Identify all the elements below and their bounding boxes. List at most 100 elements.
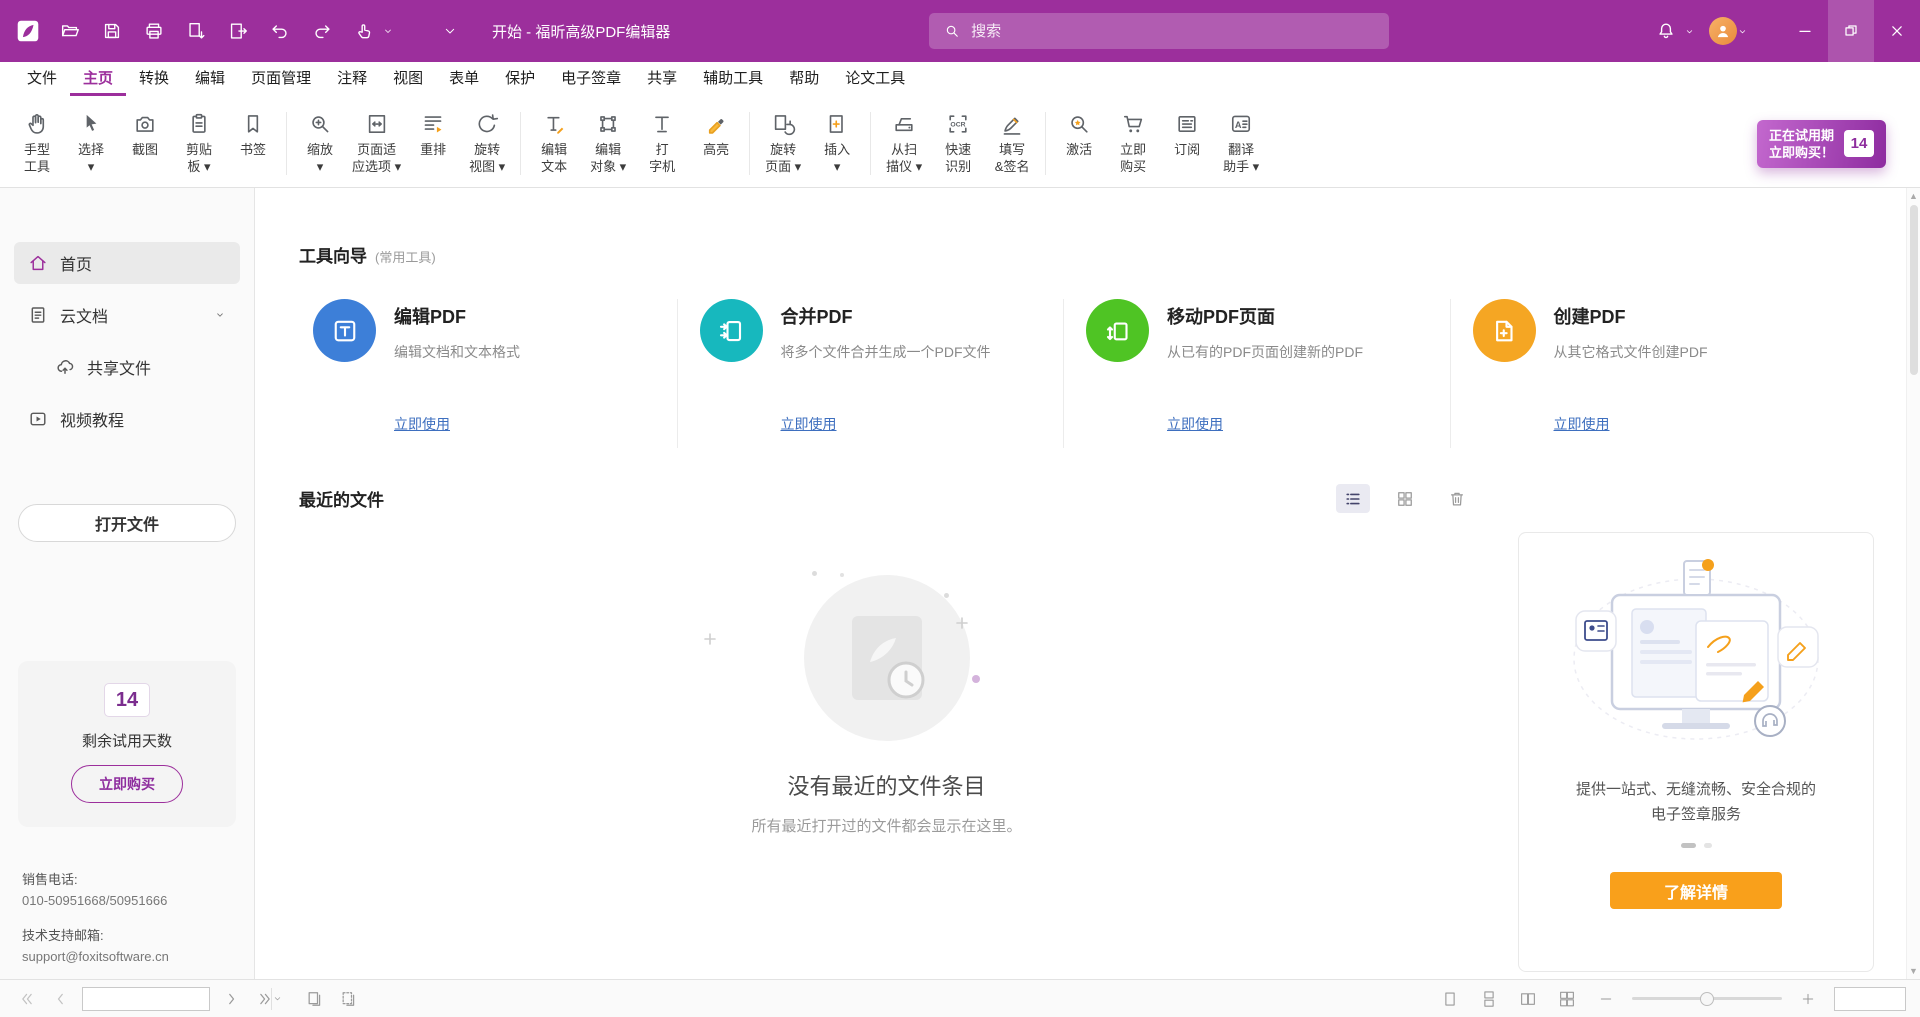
ribbon-fit-options[interactable]: 页面适 应选项 ▾ [347, 102, 406, 185]
vertical-scrollbar[interactable]: ▲ ▼ [1906, 188, 1920, 979]
menu-view[interactable]: 视图 [380, 62, 436, 96]
sidebar-item-shared-files[interactable]: 共享文件 [14, 346, 240, 388]
clear-recent-trash-button[interactable] [1440, 484, 1474, 513]
menu-accessibility[interactable]: 辅助工具 [690, 62, 776, 96]
search-bar[interactable] [929, 13, 1389, 49]
sidebar-item-cloud-docs[interactable]: 云文档 [14, 294, 240, 336]
ribbon-buy-now[interactable]: 立即 购买 [1106, 102, 1160, 185]
use-now-link[interactable]: 立即使用 [394, 414, 450, 434]
ribbon-edit-object[interactable]: 编辑 对象 ▾ [581, 102, 635, 185]
edit-pdf-icon[interactable] [313, 299, 376, 362]
buy-now-button[interactable]: 立即购买 [71, 765, 183, 803]
avatar-caret-icon[interactable] [1737, 26, 1748, 37]
ribbon-snapshot[interactable]: 截图 [118, 102, 172, 185]
use-now-link[interactable]: 立即使用 [1554, 414, 1610, 434]
support-email-value[interactable]: support@foxitsoftware.cn [22, 946, 169, 967]
ribbon-subscribe[interactable]: 订阅 [1160, 102, 1214, 185]
previous-view-button[interactable] [302, 986, 328, 1012]
carousel-dot-active[interactable] [1681, 843, 1696, 848]
facing-view-button[interactable] [1515, 986, 1541, 1012]
menu-protect[interactable]: 保护 [492, 62, 548, 96]
sidebar-item-label: 云文档 [60, 303, 108, 327]
ribbon-activate[interactable]: 激活 [1052, 102, 1106, 185]
menu-edit[interactable]: 编辑 [182, 62, 238, 96]
sidebar: 首页 云文档 共享文件 视频教程 打开文件 14 剩余试用天数 立即购买 销售电… [0, 188, 255, 979]
search-input[interactable] [971, 23, 1375, 40]
quick-sign-tool[interactable] [346, 13, 394, 49]
menu-comment[interactable]: 注释 [324, 62, 380, 96]
menu-form[interactable]: 表单 [436, 62, 492, 96]
list-view-button[interactable] [1336, 484, 1370, 513]
next-page-button[interactable] [218, 986, 244, 1012]
create-pdf-icon[interactable] [1473, 299, 1536, 362]
print-icon[interactable] [136, 13, 172, 49]
export-document-icon[interactable] [178, 13, 214, 49]
facing-continuous-view-button[interactable] [1554, 986, 1580, 1012]
cloud-docs-caret-icon[interactable] [213, 308, 227, 322]
ribbon-rotate-view[interactable]: 旋转 视图 ▾ [460, 102, 514, 185]
sidebar-item-video-tutorial[interactable]: 视频教程 [14, 398, 240, 440]
learn-more-button[interactable]: 了解详情 [1610, 872, 1782, 909]
zoom-out-button[interactable] [1593, 986, 1619, 1012]
menu-share[interactable]: 共享 [634, 62, 690, 96]
ribbon-insert[interactable]: 插入 ▾ [810, 102, 864, 185]
ribbon-translate-assistant[interactable]: A 翻译 助手 ▾ [1214, 102, 1268, 185]
menu-home[interactable]: 主页 [70, 62, 126, 96]
first-page-button[interactable] [14, 986, 40, 1012]
menu-page-manage[interactable]: 页面管理 [238, 62, 324, 96]
ribbon-clipboard[interactable]: 剪贴 板 ▾ [172, 102, 226, 185]
bell-caret-icon [1684, 26, 1695, 37]
zoom-slider-thumb[interactable] [1700, 992, 1714, 1006]
ribbon-reflow[interactable]: 重排 [406, 102, 460, 185]
menu-paper-tools[interactable]: 论文工具 [832, 62, 918, 96]
grid-view-button[interactable] [1388, 484, 1422, 513]
open-file-icon[interactable] [52, 13, 88, 49]
merge-pdf-icon[interactable] [700, 299, 763, 362]
move-pdf-pages-icon[interactable] [1086, 299, 1149, 362]
previous-page-button[interactable] [48, 986, 74, 1012]
tool-description: 从其它格式文件创建PDF [1554, 342, 1708, 362]
ribbon-bookmark[interactable]: 书签 [226, 102, 280, 185]
menu-help[interactable]: 帮助 [776, 62, 832, 96]
notifications-bell-icon[interactable] [1648, 13, 1684, 49]
menu-esign[interactable]: 电子签章 [548, 62, 634, 96]
ribbon-quick-ocr[interactable]: OCR 快速 识别 [931, 102, 985, 185]
open-file-button[interactable]: 打开文件 [18, 504, 236, 542]
ribbon-select[interactable]: 选择 ▾ [64, 102, 118, 185]
menu-convert[interactable]: 转换 [126, 62, 182, 96]
ribbon-hand-tool[interactable]: 手型 工具 [10, 102, 64, 185]
user-avatar[interactable] [1709, 17, 1737, 45]
use-now-link[interactable]: 立即使用 [1167, 414, 1223, 434]
redo-icon[interactable] [304, 13, 340, 49]
ribbon-typewriter[interactable]: 打 字机 [635, 102, 689, 185]
carousel-dot[interactable] [1704, 843, 1712, 848]
menu-file[interactable]: 文件 [14, 62, 70, 96]
last-page-button[interactable] [252, 986, 278, 1012]
ribbon-fill-sign[interactable]: 填写 &签名 [985, 102, 1039, 185]
restore-button[interactable] [1828, 0, 1874, 62]
close-button[interactable] [1874, 0, 1920, 62]
trial-period-badge[interactable]: 正在试用期 立即购买！ 14 [1757, 120, 1886, 168]
sidebar-item-home[interactable]: 首页 [14, 242, 240, 284]
continuous-view-button[interactable] [1476, 986, 1502, 1012]
scrollbar-thumb[interactable] [1910, 205, 1918, 375]
page-number-combobox[interactable] [82, 987, 210, 1011]
single-page-view-button[interactable] [1437, 986, 1463, 1012]
zoom-slider[interactable] [1632, 997, 1782, 1000]
scroll-up-arrow-icon[interactable]: ▲ [1909, 191, 1918, 201]
customize-toolbar-chevron-icon[interactable] [432, 13, 468, 49]
save-icon[interactable] [94, 13, 130, 49]
ribbon-zoom[interactable]: 缩放 ▾ [293, 102, 347, 185]
zoom-in-button[interactable] [1795, 986, 1821, 1012]
ribbon-edit-text[interactable]: 编辑 文本 [527, 102, 581, 185]
ribbon-rotate-pages[interactable]: 旋转 页面 ▾ [756, 102, 810, 185]
undo-icon[interactable] [262, 13, 298, 49]
ribbon-highlight[interactable]: 高亮 [689, 102, 743, 185]
ribbon-from-scanner[interactable]: 从扫 描仪 ▾ [877, 102, 931, 185]
scroll-down-arrow-icon[interactable]: ▼ [1909, 966, 1918, 976]
next-view-button[interactable] [336, 986, 362, 1012]
use-now-link[interactable]: 立即使用 [781, 414, 837, 434]
share-document-icon[interactable] [220, 13, 256, 49]
minimize-button[interactable] [1782, 0, 1828, 62]
zoom-level-box[interactable] [1834, 987, 1906, 1011]
